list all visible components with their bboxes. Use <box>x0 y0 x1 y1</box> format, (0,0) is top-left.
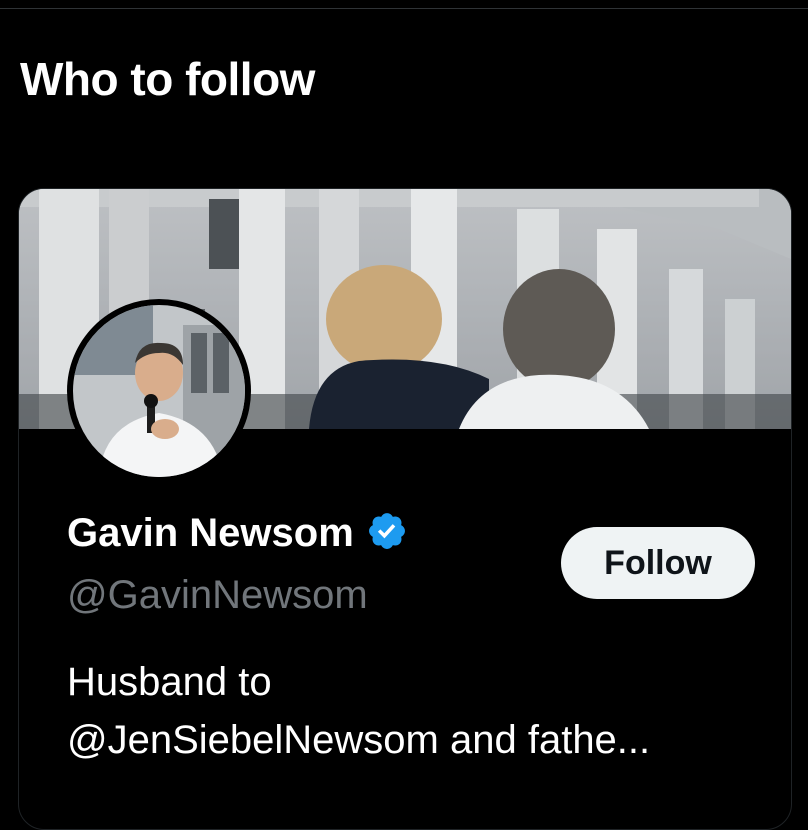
top-divider <box>0 8 808 9</box>
display-name[interactable]: Gavin Newsom <box>67 509 354 557</box>
avatar-photo <box>73 305 245 477</box>
avatar[interactable] <box>67 299 251 483</box>
user-handle[interactable]: @GavinNewsom <box>67 571 368 619</box>
profile-bio: Husband to @JenSiebelNewsom and fathe... <box>67 653 767 769</box>
follow-button[interactable]: Follow <box>561 527 755 599</box>
bio-line-2: @JenSiebelNewsom and fathe... <box>67 718 651 762</box>
profile-card[interactable]: Gavin Newsom @GavinNewsom Follow Husband… <box>18 188 792 830</box>
name-row[interactable]: Gavin Newsom <box>67 509 408 557</box>
bio-line-1: Husband to <box>67 660 272 704</box>
section-title: Who to follow <box>20 53 315 105</box>
verified-badge-icon <box>366 510 408 557</box>
